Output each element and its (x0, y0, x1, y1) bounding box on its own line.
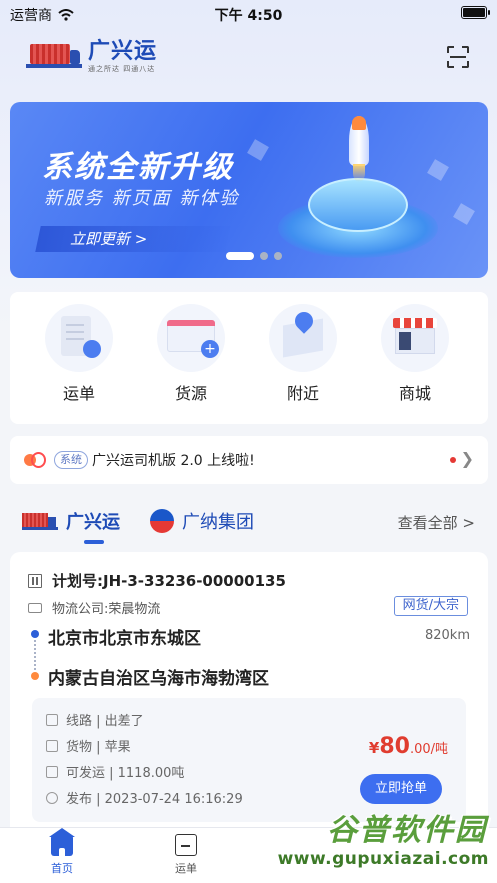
update-now-label: 立即更新 > (70, 230, 148, 248)
clock-icon (46, 791, 58, 804)
guangna-logo-icon (150, 509, 174, 533)
status-bar: 运营商 下午 4:50 (0, 0, 497, 26)
notice-tag: 系统 (54, 451, 88, 469)
scan-icon[interactable] (447, 46, 469, 68)
route: 北京市北京市东城区 820km 内蒙古自治区乌海市海勃湾区 (28, 624, 470, 689)
tab-guangxingyun[interactable]: 广兴运 (22, 508, 120, 534)
price: ¥80.00/吨 (369, 734, 448, 759)
hexagon-decoration-icon (453, 203, 475, 225)
destination-dot-icon (31, 672, 39, 680)
hexagon-decoration-icon (427, 159, 449, 181)
clock: 下午 4:50 (214, 8, 283, 24)
banner-title: 系统全新升级 (42, 150, 234, 185)
goods-truck-icon (46, 739, 58, 752)
detail-goods: 货物 | 苹果 (46, 736, 131, 755)
route-icon (46, 713, 58, 726)
truck-logo-icon (26, 42, 82, 72)
tab-home[interactable]: 首页 (32, 828, 92, 876)
detail-route: 线路 | 出差了 (46, 710, 144, 729)
detail-available: 可发运 | 1118.00吨 (46, 762, 184, 781)
tab-home-label: 首页 (51, 862, 73, 875)
price-unit: .00/吨 (409, 742, 448, 757)
pagination-dot-active[interactable] (226, 252, 254, 260)
platform-disc (308, 178, 408, 232)
unread-dot (450, 457, 456, 463)
banner-subtitle: 新服务 新页面 新体验 (44, 188, 240, 209)
plan-number: 计划号:JH-3-33236-00000135 (28, 570, 286, 591)
quick-item-label: 货源 (174, 384, 207, 403)
brand-logo: 广兴运 通之所达 四通八达 (26, 40, 157, 74)
tab-label: 广兴运 (66, 512, 120, 533)
price-currency: ¥ (368, 739, 380, 757)
freight-type-badge: 网货/大宗 (393, 596, 468, 616)
cargo-source-icon: + (157, 304, 225, 372)
detail-route-text: 线路 | 出差了 (66, 714, 144, 729)
waybill-doc-icon (175, 834, 197, 856)
announcement-icon (24, 450, 46, 472)
active-tab-indicator (84, 540, 104, 544)
brand-name: 广兴运 (88, 39, 158, 64)
quick-item-shop[interactable]: 商城 (370, 304, 460, 404)
pagination-dot[interactable] (260, 252, 268, 260)
shop-icon (381, 304, 449, 372)
company-tabs: 广兴运 广纳集团 查看全部 > (22, 504, 475, 548)
quick-item-waybill[interactable]: 运单 (34, 304, 124, 404)
watermark: 谷普软件园 www.gupuxiazai.com (267, 797, 497, 883)
chevron-right-icon: ❯ (460, 449, 474, 468)
notice-text: 广兴运司机版 2.0 上线啦! (92, 453, 255, 469)
route-connector (34, 640, 36, 670)
waybill-icon (45, 304, 113, 372)
origin-dot-icon (31, 630, 39, 638)
home-icon (49, 828, 75, 856)
tab-guangna-group[interactable]: 广纳集团 (150, 508, 254, 534)
detail-published-text: 发布 | 2023-07-24 16:16:29 (66, 792, 243, 807)
price-value: 80 (379, 734, 410, 759)
brand-slogan: 通之所达 四通八达 (88, 65, 156, 73)
quick-item-label: 附近 (286, 384, 319, 403)
rocket-icon (342, 116, 376, 182)
quick-item-nearby[interactable]: 附近 (258, 304, 348, 404)
system-notice[interactable]: 系统 广兴运司机版 2.0 上线啦! ❯ (10, 436, 488, 484)
origin-address: 北京市北京市东城区 (48, 629, 201, 649)
tab-waybill-label: 运单 (175, 862, 197, 875)
building-icon (28, 573, 42, 588)
watermark-title: 谷普软件园 (327, 813, 487, 848)
logistics-company: 物流公司:荣晨物流 (28, 598, 160, 617)
distance: 820km (424, 628, 470, 643)
quick-menu: 运单 + 货源 附近 商城 (10, 292, 488, 424)
shipping-truck-icon (46, 765, 58, 778)
header: 广兴运 通之所达 四通八达 (26, 36, 475, 80)
detail-published: 发布 | 2023-07-24 16:16:29 (46, 788, 243, 807)
destination-address: 内蒙古自治区乌海市海勃湾区 (48, 669, 269, 689)
watermark-url: www.gupuxiazai.com (277, 849, 489, 869)
banner-pagination (226, 252, 282, 260)
detail-goods-text: 货物 | 苹果 (66, 740, 131, 755)
quick-item-label: 运单 (62, 384, 95, 403)
tab-waybill[interactable]: 运单 (156, 834, 216, 876)
truck-logo-icon (22, 511, 58, 531)
nearby-map-icon (269, 304, 337, 372)
pagination-dot[interactable] (274, 252, 282, 260)
view-all-link[interactable]: 查看全部 > (398, 512, 475, 533)
truck-icon (28, 602, 42, 613)
plan-number-text: 计划号:JH-3-33236-00000135 (52, 572, 286, 590)
tab-label: 广纳集团 (182, 512, 254, 533)
detail-available-text: 可发运 | 1118.00吨 (66, 766, 185, 781)
update-now-button[interactable]: 立即更新 > (35, 226, 231, 252)
quick-item-cargo-source[interactable]: + 货源 (146, 304, 236, 404)
battery-icon (461, 6, 490, 19)
hexagon-decoration-icon (247, 139, 269, 161)
logistics-company-text: 物流公司:荣晨物流 (52, 602, 161, 617)
quick-item-label: 商城 (398, 384, 431, 403)
